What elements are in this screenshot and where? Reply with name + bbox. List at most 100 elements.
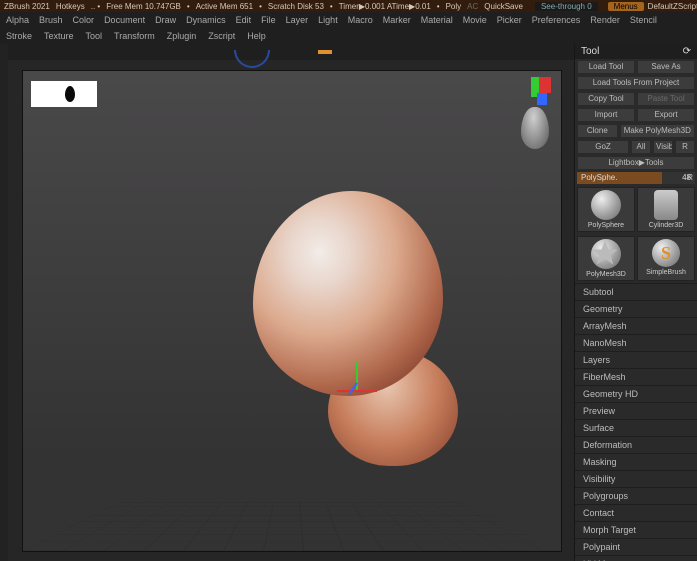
tool-polymesh3d[interactable]: PolyMesh3D (577, 236, 635, 281)
menu-preferences[interactable]: Preferences (532, 15, 581, 25)
menu-zscript[interactable]: Zscript (208, 31, 235, 41)
menu-transform[interactable]: Transform (114, 31, 155, 41)
simplebrush-icon: S (652, 239, 680, 267)
section-fibermesh[interactable]: FiberMesh (575, 368, 697, 385)
menu-document[interactable]: Document (104, 15, 145, 25)
tool-polysphere[interactable]: PolySphere (577, 187, 635, 232)
paste-tool-button[interactable]: Paste Tool (637, 92, 695, 106)
section-layers[interactable]: Layers (575, 351, 697, 368)
dot: • (330, 2, 333, 11)
menu-brush[interactable]: Brush (39, 15, 63, 25)
panel-collapse-icon[interactable]: ⟳ (683, 46, 691, 57)
lightbox-tools-button[interactable]: Lightbox▶Tools (577, 156, 695, 170)
section-uv-map[interactable]: UV Map (575, 555, 697, 561)
sculpt-mesh[interactable] (253, 191, 463, 466)
all-button[interactable]: All (631, 140, 651, 154)
see-through[interactable]: See-through 0 (535, 2, 598, 11)
thumb-label: PolySphere (588, 222, 624, 229)
dot: • (437, 2, 440, 11)
document-thumbnail[interactable] (31, 81, 97, 107)
r-button[interactable]: R (675, 140, 695, 154)
left-tray[interactable] (0, 44, 8, 561)
section-surface[interactable]: Surface (575, 419, 697, 436)
slider-r[interactable]: R (687, 172, 693, 184)
active-mem: Active Mem 651 (196, 2, 253, 11)
tool-panel: Tool ⟳ Load ToolSave As Load Tools From P… (574, 44, 697, 561)
tool-accordion: SubtoolGeometryArrayMeshNanoMeshLayersFi… (575, 283, 697, 561)
transform-gizmo[interactable] (337, 361, 377, 401)
menu-alpha[interactable]: Alpha (6, 15, 29, 25)
load-tools-from-project-button[interactable]: Load Tools From Project (577, 76, 695, 90)
dot: • (187, 2, 190, 11)
menu-bar-2: Stroke Texture Tool Transform Zplugin Zscript… (0, 28, 697, 44)
copy-tool-button[interactable]: Copy Tool (577, 92, 635, 106)
ac: AC (467, 2, 478, 11)
goz-button[interactable]: GoZ (577, 140, 629, 154)
tool-thumbnails-2: PolyMesh3D S SimpleBrush (575, 234, 697, 283)
menu-help[interactable]: Help (247, 31, 266, 41)
load-tool-button[interactable]: Load Tool (577, 60, 635, 74)
visible-button[interactable]: Visible (653, 140, 673, 154)
floor-grid-h (23, 500, 561, 551)
thumb-label: Cylinder3D (649, 222, 684, 229)
slider-indicator[interactable] (318, 50, 332, 54)
menu-layer[interactable]: Layer (286, 15, 309, 25)
menu-stroke[interactable]: Stroke (6, 31, 32, 41)
tool-panel-title: Tool (581, 46, 599, 57)
thumb-label: SimpleBrush (646, 269, 686, 276)
section-subtool[interactable]: Subtool (575, 283, 697, 300)
section-masking[interactable]: Masking (575, 453, 697, 470)
tool-simplebrush[interactable]: S SimpleBrush (637, 236, 695, 281)
viewport[interactable] (22, 70, 562, 552)
menu-stencil[interactable]: Stencil (630, 15, 657, 25)
menu-marker[interactable]: Marker (383, 15, 411, 25)
import-button[interactable]: Import (577, 108, 635, 122)
menu-file[interactable]: File (261, 15, 276, 25)
timer: Timer▶0.001 ATime▶0.01 (339, 2, 431, 11)
slider-label: PolySphe. (581, 172, 617, 184)
polysphere-slider[interactable]: PolySphe. 48 R (577, 172, 695, 184)
top-shelf (8, 44, 574, 60)
menus-button[interactable]: Menus (608, 2, 644, 11)
section-visibility[interactable]: Visibility (575, 470, 697, 487)
section-polypaint[interactable]: Polypaint (575, 538, 697, 555)
make-polymesh3d-button[interactable]: Make PolyMesh3D (620, 124, 695, 138)
menu-zplugin[interactable]: Zplugin (167, 31, 197, 41)
section-arraymesh[interactable]: ArrayMesh (575, 317, 697, 334)
menu-draw[interactable]: Draw (155, 15, 176, 25)
app-name: ZBrush 2021 (4, 2, 50, 11)
section-contact[interactable]: Contact (575, 504, 697, 521)
section-preview[interactable]: Preview (575, 402, 697, 419)
section-morph-target[interactable]: Morph Target (575, 521, 697, 538)
menu-edit[interactable]: Edit (236, 15, 252, 25)
section-geometry-hd[interactable]: Geometry HD (575, 385, 697, 402)
section-nanomesh[interactable]: NanoMesh (575, 334, 697, 351)
menu-light[interactable]: Light (318, 15, 338, 25)
axis-indicator[interactable] (523, 77, 551, 105)
menu-texture[interactable]: Texture (44, 31, 74, 41)
export-button[interactable]: Export (637, 108, 695, 122)
polymesh3d-icon (591, 239, 621, 269)
section-polygroups[interactable]: Polygroups (575, 487, 697, 504)
clone-button[interactable]: Clone (577, 124, 618, 138)
camera-head-icon[interactable] (521, 107, 549, 149)
default-script[interactable]: DefaultZScript (648, 2, 697, 11)
menu-macro[interactable]: Macro (348, 15, 373, 25)
menu-tool[interactable]: Tool (86, 31, 103, 41)
menu-color[interactable]: Color (73, 15, 95, 25)
menu-picker[interactable]: Picker (497, 15, 522, 25)
menu-material[interactable]: Material (421, 15, 453, 25)
menu-render[interactable]: Render (590, 15, 620, 25)
polysphere-icon (591, 190, 621, 220)
menu-movie[interactable]: Movie (463, 15, 487, 25)
section-geometry[interactable]: Geometry (575, 300, 697, 317)
title-bar: ZBrush 2021 Hotkeys .. • Free Mem 10.747… (0, 0, 697, 12)
poly: Poly (446, 2, 462, 11)
save-as-button[interactable]: Save As (637, 60, 695, 74)
hotkeys-label[interactable]: Hotkeys (56, 2, 85, 11)
quicksave[interactable]: QuickSave (484, 2, 523, 11)
section-deformation[interactable]: Deformation (575, 436, 697, 453)
menu-dynamics[interactable]: Dynamics (186, 15, 226, 25)
tool-cylinder3d[interactable]: Cylinder3D (637, 187, 695, 232)
menu-bar-1: Alpha Brush Color Document Draw Dynamics Edit F… (0, 12, 697, 28)
